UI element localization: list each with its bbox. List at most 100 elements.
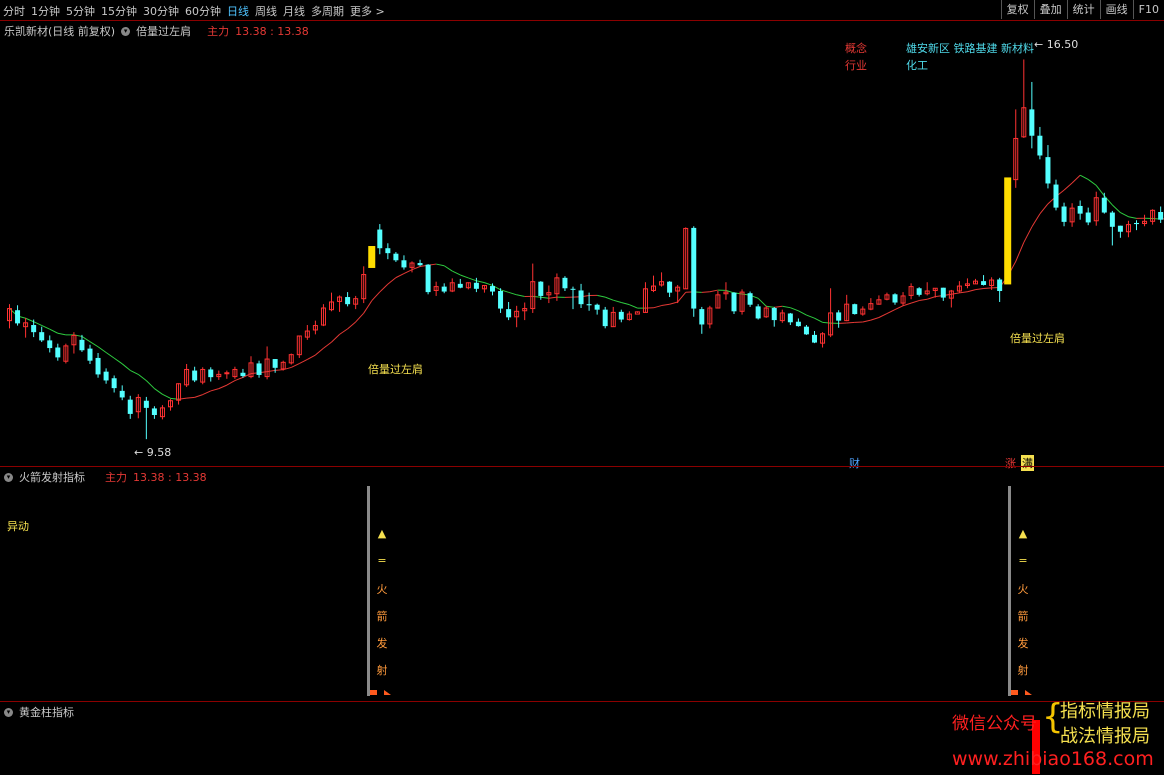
rocket-char-3: 箭 [1016, 608, 1030, 624]
candle-body [498, 291, 503, 309]
ma-line-segment [323, 342, 331, 348]
ma-line-segment [299, 359, 307, 363]
ma-line-segment [984, 288, 992, 289]
ma-line-segment [227, 381, 235, 386]
ma-line-segment [621, 303, 629, 305]
rocket-char-5: 射 [1016, 662, 1030, 678]
ma-line-segment [50, 329, 58, 333]
candle-body [88, 349, 93, 361]
ma-line-segment [1024, 227, 1032, 243]
ma-line-segment [605, 297, 613, 300]
rocket-char-4: 发 [1016, 635, 1030, 651]
watermark-line2: 战法情报局 [1060, 722, 1150, 748]
candle-body [691, 228, 696, 309]
ma-line-segment [1040, 204, 1048, 214]
candle-body [772, 308, 777, 320]
ma-line-segment [235, 377, 243, 380]
rocket-base-icon [370, 690, 377, 695]
ma-line-segment [919, 299, 927, 300]
candle-body [506, 309, 511, 317]
candle-body [458, 284, 463, 288]
candle-body [144, 401, 149, 408]
candle-body [1078, 206, 1083, 214]
ma-line-segment [887, 310, 895, 314]
candle-body [667, 282, 672, 293]
ma-line-segment [871, 318, 879, 321]
ma-line-segment [951, 293, 959, 294]
candle-body [112, 378, 117, 388]
ma-line-segment [275, 370, 283, 371]
ma-line-segment [404, 270, 412, 274]
candle-body [1086, 213, 1091, 223]
ma-line-segment [895, 306, 903, 310]
candle-body [104, 372, 109, 381]
ma-line-segment [629, 305, 637, 308]
ma-line-segment [162, 394, 170, 398]
candle-body [1134, 223, 1139, 224]
ma-line-segment [315, 348, 323, 355]
candle-body [587, 304, 592, 305]
ma-line-segment [1112, 205, 1120, 213]
ma-line-segment [597, 295, 605, 297]
ma-line-segment [927, 297, 935, 300]
rocket-char-5: 射 [375, 662, 389, 678]
candle-body [788, 314, 793, 323]
ma-line-segment [967, 290, 975, 292]
ma-line-segment [356, 313, 364, 322]
ma-line-segment [42, 325, 50, 329]
candle-body [1054, 185, 1059, 208]
candle-body [836, 312, 841, 320]
candle-body [1118, 226, 1123, 232]
ma-line-segment [654, 306, 662, 308]
candle-body [47, 340, 52, 348]
ma-line-segment [138, 374, 146, 380]
ma-line-segment [911, 301, 919, 304]
rocket-char-2: 火 [375, 581, 389, 597]
candle-body [418, 263, 423, 265]
ma-line-segment [444, 266, 452, 271]
ma-line-segment [613, 300, 621, 302]
candle-body [796, 322, 801, 326]
candle-body [426, 265, 431, 292]
candle-body [1062, 207, 1067, 222]
ma-line-segment [460, 275, 468, 278]
ma-line-segment [815, 318, 823, 322]
watermark-line1: 指标情报局 [1060, 697, 1150, 723]
candle-body [401, 260, 406, 267]
ma-line-segment [879, 314, 887, 318]
candle-body [55, 348, 60, 358]
ma-line-segment [58, 333, 66, 335]
ma-line-segment [106, 353, 114, 359]
ma-line-segment [388, 278, 396, 285]
ma-line-segment [1128, 217, 1136, 219]
ma-line-segment [380, 284, 388, 292]
ma-line-segment [203, 391, 211, 395]
ma-line-segment [114, 358, 122, 364]
ma-line-segment [710, 290, 718, 292]
candle-body [981, 281, 986, 285]
rocket-bar [367, 486, 370, 696]
rocket-base-icon [1025, 690, 1032, 695]
candle-body [257, 363, 262, 375]
ma-line-segment [340, 329, 348, 334]
ma-line-segment [211, 389, 219, 391]
ma-line-segment [307, 355, 315, 359]
candle-body [941, 288, 946, 298]
ma-line-segment [533, 296, 541, 297]
candle-body [490, 286, 495, 291]
candle-body [756, 306, 761, 318]
candle-body [152, 408, 157, 415]
candle-body [385, 248, 390, 253]
candle-body [538, 282, 543, 296]
ma-line-segment [863, 320, 871, 322]
ma-line-segment [541, 297, 549, 298]
ma-line-segment [758, 298, 766, 306]
ma-line-segment [806, 315, 814, 318]
candle-body [15, 310, 20, 323]
ma-line-segment [98, 347, 106, 353]
ma-line-segment [670, 302, 678, 304]
candle-body [39, 332, 44, 340]
ma-line-segment [1080, 175, 1088, 179]
ma-line-segment [291, 364, 299, 368]
candle-body [240, 373, 245, 376]
